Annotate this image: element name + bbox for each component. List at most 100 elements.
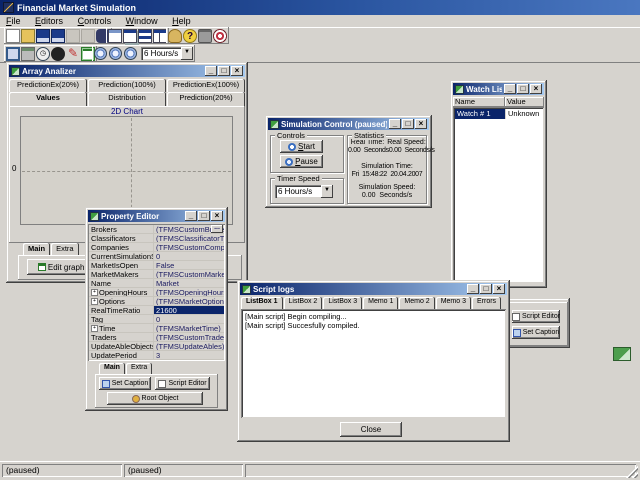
expand-icon[interactable]	[91, 288, 98, 296]
expand-icon[interactable]	[91, 324, 98, 332]
tab-main[interactable]: Main	[23, 243, 51, 255]
toolbar-window-group	[106, 27, 169, 44]
fragment-script-editor-button[interactable]: Script Editor	[512, 310, 560, 323]
tab-predictionex20[interactable]: PredictionEx(20%)	[9, 79, 87, 92]
tab-listbox1[interactable]: ListBox 1	[241, 297, 283, 309]
timer-start-icon[interactable]	[94, 47, 107, 60]
help-icon[interactable]: ?	[183, 28, 197, 43]
watch-list-header-row: Name Value	[453, 97, 544, 107]
minimize-button[interactable]: _	[504, 84, 516, 94]
tile-vertical-icon[interactable]	[153, 28, 167, 43]
root-object-button[interactable]: Root Object	[107, 392, 203, 405]
tab-memo1[interactable]: Memo 1	[363, 297, 399, 309]
tab-extra[interactable]: Extra	[125, 363, 153, 374]
menu-help[interactable]: Help	[166, 15, 197, 27]
close-button[interactable]: ×	[493, 284, 505, 294]
combo-dropdown-icon[interactable]: ▼	[181, 47, 193, 60]
tab-extra[interactable]: Extra	[51, 243, 79, 255]
watch-list-row[interactable]: Watch # 1 Unknown	[455, 109, 544, 119]
open-file-icon[interactable]	[21, 28, 35, 43]
watch-list-grid[interactable]: Watch # 1 Unknown	[453, 107, 544, 283]
monitor-icon[interactable]	[6, 46, 20, 61]
watch-table-icon[interactable]	[108, 28, 122, 43]
property-grid[interactable]: Brokers(TFMSCustomBrokers Classificators…	[88, 224, 225, 361]
toolbar-help-group: ?	[166, 27, 229, 44]
save-all-icon[interactable]	[51, 28, 65, 43]
bomb-icon[interactable]	[51, 46, 65, 61]
array-analizer-title-bar[interactable]: Array Analizer _ □ ×	[9, 65, 245, 77]
tab-memo2[interactable]: Memo 2	[399, 297, 435, 309]
maximize-button[interactable]: □	[218, 66, 230, 76]
simulation-control-window[interactable]: Simulation Control (paused) _ □ × Contro…	[265, 115, 435, 208]
calculator-icon[interactable]	[21, 46, 35, 61]
column-header-value[interactable]: Value	[505, 97, 544, 107]
thumbs-up-icon[interactable]	[168, 28, 182, 43]
new-file-icon[interactable]	[6, 28, 20, 43]
selected-property-value[interactable]: 21600	[153, 306, 224, 314]
property-editor-title-bar[interactable]: Property Editor _ □ ×	[88, 210, 225, 222]
clock-icon[interactable]: ◷	[36, 46, 50, 61]
start-button[interactable]: Start	[280, 140, 323, 153]
background-window-icon-fragment	[613, 347, 631, 361]
watch-list-window[interactable]: Watch List _ □ × Name Value Watch # 1 Un…	[450, 80, 547, 288]
minimize-button[interactable]: _	[205, 66, 217, 76]
combo-dropdown-icon[interactable]: ▼	[321, 185, 333, 198]
property-editor-window[interactable]: Property Editor _ □ × Brokers (TFMSCustom…	[85, 207, 228, 411]
timer-pause-icon[interactable]	[109, 47, 122, 60]
set-caption-button[interactable]: Set Caption	[99, 377, 151, 390]
tab-predictionex100[interactable]: PredictionEx(100%)	[167, 79, 245, 92]
close-button[interactable]: ×	[211, 211, 223, 221]
cascade-windows-icon[interactable]	[123, 28, 137, 43]
tab-values[interactable]: Values	[9, 92, 87, 106]
edit-graph-icon	[37, 263, 46, 271]
script-log-listbox[interactable]: [Main script] Begin compiling... [Main s…	[241, 309, 506, 418]
watch-name-cell[interactable]: Watch # 1	[455, 109, 505, 119]
maximize-button[interactable]: □	[480, 284, 492, 294]
tab-listbox2[interactable]: ListBox 2	[283, 297, 323, 309]
save-file-icon[interactable]	[36, 28, 50, 43]
column-header-name[interactable]: Name	[453, 97, 505, 107]
menu-file[interactable]: File	[0, 15, 27, 27]
fragment-set-caption-button[interactable]: Set Caption	[512, 326, 560, 339]
script-editor-button[interactable]: Script Editor	[155, 377, 210, 390]
simulation-control-title-bar[interactable]: Simulation Control (paused) _ □ ×	[268, 118, 429, 130]
minimize-button[interactable]: _	[389, 119, 401, 129]
close-dialog-button[interactable]: Close	[340, 422, 402, 437]
minimize-button[interactable]: _	[467, 284, 479, 294]
script-logs-window[interactable]: Script logs _ □ × ListBox 1 ListBox 2 Li…	[237, 280, 510, 442]
tab-memo3[interactable]: Memo 3	[435, 297, 471, 309]
tile-horizontal-icon[interactable]	[138, 28, 152, 43]
toolbar-speed-combo[interactable]: 6 Hours/s ▼	[141, 47, 193, 60]
close-button[interactable]: ×	[231, 66, 243, 76]
window-icon	[11, 66, 20, 76]
tab-distribution[interactable]: Distribution	[88, 92, 166, 106]
menu-editors[interactable]: Editors	[29, 15, 69, 27]
maximize-button[interactable]: □	[198, 211, 210, 221]
maximize-button[interactable]: □	[517, 84, 529, 94]
minimize-button[interactable]: _	[185, 211, 197, 221]
menu-window[interactable]: Window	[120, 15, 164, 27]
tab-main[interactable]: Main	[99, 363, 125, 374]
background-property-window-fragment[interactable]: Script Editor Set Caption	[506, 298, 570, 348]
darts-icon[interactable]	[213, 28, 227, 43]
ellipsis-button[interactable]	[211, 225, 223, 233]
timer-speed-combo[interactable]: 6 Hours/s ▼	[275, 185, 333, 198]
tab-prediction20[interactable]: Prediction(20%)	[167, 92, 245, 106]
timer-stop-icon[interactable]	[124, 47, 137, 60]
edit-pencil-icon[interactable]: ✎	[66, 46, 80, 61]
pause-button[interactable]: Pause	[280, 155, 323, 168]
tab-listbox3[interactable]: ListBox 3	[323, 297, 363, 309]
expand-icon[interactable]	[91, 297, 98, 305]
close-button[interactable]: ×	[530, 84, 542, 94]
snapshot-camera-icon[interactable]	[198, 28, 212, 43]
script-logs-title-bar[interactable]: Script logs _ □ ×	[240, 283, 507, 295]
watch-value-cell[interactable]: Unknown	[505, 109, 544, 119]
maximize-button[interactable]: □	[402, 119, 414, 129]
tab-prediction100[interactable]: Prediction(100%)	[88, 79, 166, 92]
close-button[interactable]: ×	[415, 119, 427, 129]
menu-controls[interactable]: Controls	[72, 15, 118, 27]
tab-errors[interactable]: Errors	[472, 297, 502, 309]
watch-list-title-bar[interactable]: Watch List _ □ ×	[453, 83, 544, 95]
resize-grip[interactable]	[626, 466, 638, 478]
fragment-pane: Script Editor Set Caption	[508, 302, 568, 346]
